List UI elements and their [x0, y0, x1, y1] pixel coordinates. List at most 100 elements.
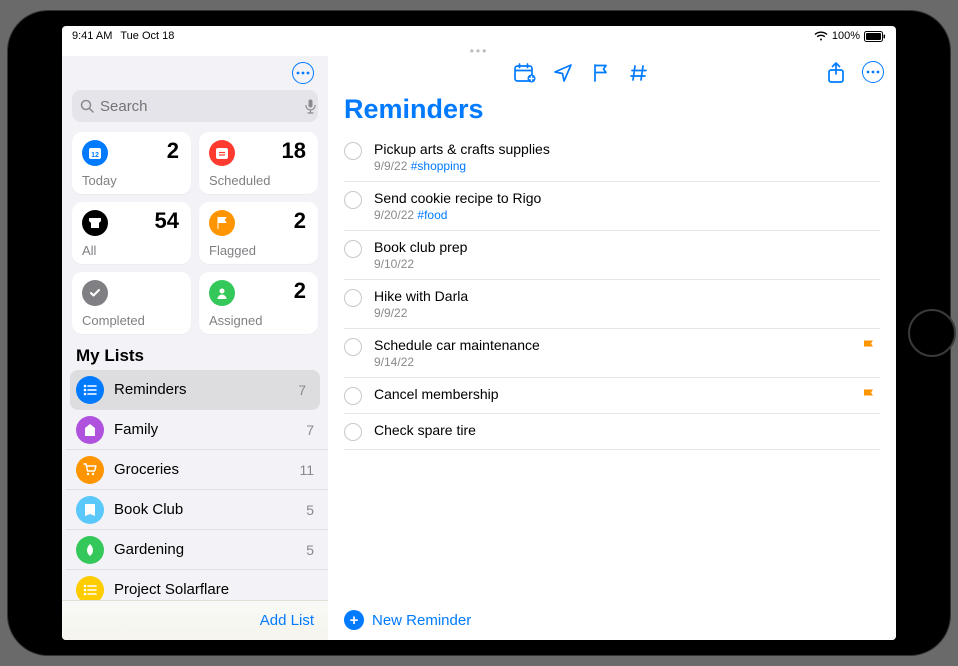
smart-assigned[interactable]: 2 Assigned — [199, 272, 318, 334]
reminder-row[interactable]: Book club prep 9/10/22 — [344, 231, 880, 280]
search-field[interactable] — [72, 90, 318, 122]
battery-icon — [864, 31, 886, 42]
reminder-row[interactable]: Cancel membership — [344, 378, 880, 414]
smart-today[interactable]: 12 2 Today — [72, 132, 191, 194]
location-icon[interactable] — [551, 61, 575, 85]
home-button[interactable] — [908, 309, 956, 357]
smart-count: 18 — [282, 138, 306, 164]
reminder-title: Check spare tire — [374, 422, 880, 438]
completion-toggle[interactable] — [344, 423, 362, 441]
list-count: 7 — [306, 422, 314, 438]
search-icon — [80, 99, 94, 113]
list-icon — [76, 496, 104, 524]
smart-count: 2 — [167, 138, 179, 164]
list-row[interactable]: Gardening 5 — [66, 530, 328, 570]
status-time: 9:41 AM — [72, 30, 112, 42]
reminder-subtitle: 9/20/22 #food — [374, 208, 880, 222]
reminder-title: Send cookie recipe to Rigo — [374, 190, 880, 206]
smart-label: Assigned — [209, 313, 262, 328]
toolbar — [328, 56, 896, 90]
completion-toggle[interactable] — [344, 289, 362, 307]
flag-icon[interactable] — [589, 61, 613, 85]
smart-label: All — [82, 243, 96, 258]
screen: 9:41 AM Tue Oct 18 100% ••• — [62, 26, 896, 640]
hashtag-icon[interactable] — [627, 61, 651, 85]
list-count: 5 — [306, 502, 314, 518]
smart-count: 2 — [294, 208, 306, 234]
list-row[interactable]: Reminders7 — [70, 370, 320, 410]
calendar-add-icon[interactable] — [513, 61, 537, 85]
list-name: Family — [114, 421, 296, 438]
completion-toggle[interactable] — [344, 142, 362, 160]
reminder-row[interactable]: Pickup arts & crafts supplies9/9/22 #sho… — [344, 133, 880, 182]
smart-scheduled[interactable]: 18 Scheduled — [199, 132, 318, 194]
completion-toggle[interactable] — [344, 338, 362, 356]
reminder-tag[interactable]: #shopping — [411, 159, 466, 173]
more-options-button[interactable] — [292, 62, 314, 84]
smart-all[interactable]: 54All — [72, 202, 191, 264]
battery-percent: 100% — [832, 30, 860, 42]
new-reminder-button[interactable]: + New Reminder — [328, 600, 896, 640]
flag-icon — [209, 210, 235, 236]
list-name: Project Solarflare — [114, 581, 304, 598]
list-count: 7 — [298, 382, 306, 398]
completion-toggle[interactable] — [344, 240, 362, 258]
search-input[interactable] — [100, 98, 299, 115]
reminder-row[interactable]: Hike with Darla 9/9/22 — [344, 280, 880, 329]
reminder-list: Pickup arts & crafts supplies9/9/22 #sho… — [328, 133, 896, 450]
reminder-subtitle: 9/14/22 — [374, 355, 880, 369]
list-count: 11 — [299, 462, 314, 478]
completion-toggle[interactable] — [344, 191, 362, 209]
smart-lists-grid: 12 2 Today 18 Scheduled 54All 2 Flagged Complete… — [62, 122, 328, 344]
list-row[interactable]: Family 7 — [66, 410, 328, 450]
mic-icon[interactable] — [305, 99, 316, 114]
reminder-subtitle: 9/9/22 #shopping — [374, 159, 880, 173]
reminder-title: Book club prep — [374, 239, 880, 255]
flag-icon — [862, 388, 876, 404]
list-icon — [76, 416, 104, 444]
reminder-title: Hike with Darla — [374, 288, 880, 304]
smart-label: Flagged — [209, 243, 256, 258]
list-icon — [76, 376, 104, 404]
calendar-icon — [209, 140, 235, 166]
list-name: Gardening — [114, 541, 296, 558]
my-lists-header: My Lists — [62, 344, 328, 370]
list-row[interactable]: Groceries 11 — [66, 450, 328, 490]
reminder-subtitle: 9/9/22 — [374, 306, 880, 320]
wifi-icon — [814, 31, 828, 41]
reminder-title: Schedule car maintenance — [374, 337, 880, 353]
completion-toggle[interactable] — [344, 387, 362, 405]
list-options-button[interactable] — [862, 61, 884, 83]
svg-text:12: 12 — [91, 152, 99, 159]
reminder-tag[interactable]: #food — [417, 208, 447, 222]
status-bar: 9:41 AM Tue Oct 18 100% — [62, 26, 896, 46]
list-title: Reminders — [328, 90, 896, 133]
reminder-row[interactable]: Check spare tire — [344, 414, 880, 450]
multitask-dots[interactable]: ••• — [62, 46, 896, 56]
flag-icon — [862, 339, 876, 355]
reminder-row[interactable]: Send cookie recipe to Rigo 9/20/22 #food — [344, 182, 880, 231]
smart-completed[interactable]: Completed — [72, 272, 191, 334]
sidebar: 12 2 Today 18 Scheduled 54All 2 Flagged Complete… — [62, 56, 328, 640]
smart-flagged[interactable]: 2 Flagged — [199, 202, 318, 264]
plus-icon: + — [344, 610, 364, 630]
list-name: Book Club — [114, 501, 296, 518]
list-row[interactable]: Book Club 5 — [66, 490, 328, 530]
person-icon — [209, 280, 235, 306]
calendar-icon: 12 — [82, 140, 108, 166]
smart-count: 2 — [294, 278, 306, 304]
reminder-subtitle: 9/10/22 — [374, 257, 880, 271]
smart-label: Scheduled — [209, 173, 270, 188]
list-row[interactable]: Project Solarflare — [66, 570, 328, 600]
share-icon[interactable] — [824, 61, 848, 85]
list-icon — [76, 576, 104, 601]
status-date: Tue Oct 18 — [120, 30, 174, 42]
smart-label: Today — [82, 173, 117, 188]
list-name: Groceries — [114, 461, 289, 478]
reminder-row[interactable]: Schedule car maintenance 9/14/22 — [344, 329, 880, 378]
check-icon — [82, 280, 108, 306]
reminder-title: Cancel membership — [374, 386, 880, 402]
list-icon — [76, 456, 104, 484]
list-count: 5 — [306, 542, 314, 558]
add-list-button[interactable]: Add List — [62, 600, 328, 640]
